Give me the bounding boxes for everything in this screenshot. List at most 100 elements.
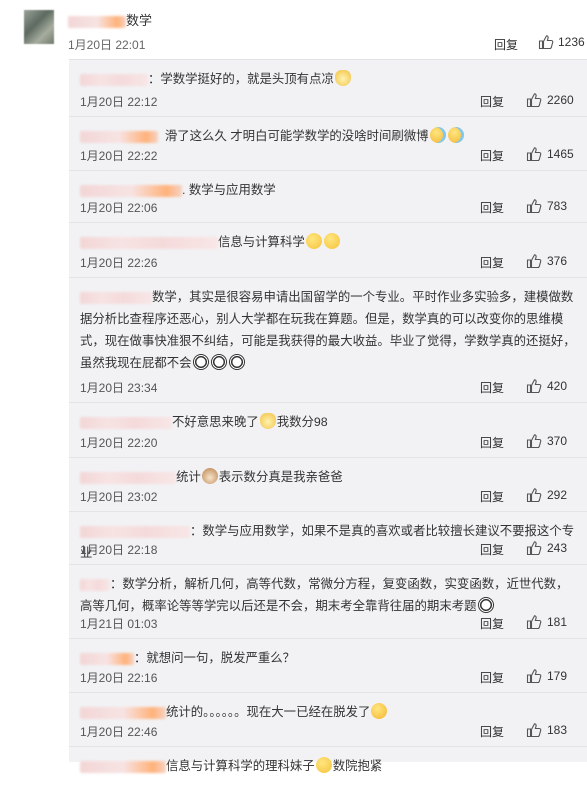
reply-button[interactable]: 回复 bbox=[480, 541, 504, 558]
username-blurred[interactable] bbox=[80, 416, 172, 429]
thumbs-up-icon bbox=[538, 35, 554, 50]
like-button[interactable]: 181 bbox=[526, 614, 567, 630]
like-button[interactable]: 183 bbox=[526, 722, 567, 738]
reply-button[interactable]: 回复 bbox=[480, 147, 504, 164]
reply-button[interactable]: 回复 bbox=[480, 434, 504, 451]
comment-text: 数学 bbox=[68, 12, 152, 30]
like-button[interactable]: 376 bbox=[526, 253, 567, 269]
like-button[interactable]: 370 bbox=[526, 433, 567, 449]
username-blurred[interactable] bbox=[80, 652, 134, 665]
reply-button[interactable]: 回复 bbox=[480, 723, 504, 740]
like-count: 292 bbox=[547, 488, 568, 502]
like-count: 243 bbox=[547, 541, 568, 555]
username-blurred[interactable] bbox=[80, 578, 110, 591]
username-blurred[interactable] bbox=[80, 236, 218, 249]
sub-replies-panel: ：学数学挺好的，就是头顶有点凉 1月20日 22:12 回复 2260 滑了这么… bbox=[69, 59, 587, 773]
username-blurred[interactable] bbox=[68, 15, 126, 28]
reply-button[interactable]: 回复 bbox=[480, 669, 504, 686]
bow-emoji-icon bbox=[323, 233, 340, 249]
reply-item: 不好意思来晚了 我数分98 1月20日 22:20 回复 370 bbox=[69, 403, 587, 458]
reply-item: 统计的。。。。。。现在大一已经在脱发了 1月20日 22:46 回复 183 bbox=[69, 693, 587, 747]
reply-button[interactable]: 回复 bbox=[480, 615, 504, 632]
thumbs-up-icon bbox=[526, 379, 542, 394]
cat-emoji-icon bbox=[259, 413, 276, 429]
reply-date: 1月21日 01:03 bbox=[80, 617, 158, 631]
reply-text: ：数学分析，解析几何，高等代数，常微分方程，复变函数，实变函数，近世代数，高等几… bbox=[80, 577, 569, 613]
reply-button[interactable]: 回复 bbox=[480, 199, 504, 216]
reply-button[interactable]: 回复 bbox=[480, 254, 504, 271]
reply-text: ：学数学挺好的，就是头顶有点凉 bbox=[80, 68, 577, 90]
thumbs-up-icon bbox=[526, 434, 542, 449]
reply-text: 信息与计算科学 bbox=[80, 231, 577, 253]
thumbs-up-icon bbox=[526, 254, 542, 269]
bow-emoji-icon bbox=[305, 233, 322, 249]
like-button[interactable]: 2260 bbox=[526, 92, 574, 108]
like-button[interactable]: 243 bbox=[526, 540, 567, 556]
smile-emoji-icon bbox=[315, 757, 332, 773]
sweat-emoji-icon bbox=[429, 127, 446, 143]
thumbs-up-icon bbox=[526, 541, 542, 556]
thumbs-up-icon bbox=[526, 199, 542, 214]
reply-date: 1月20日 22:20 bbox=[80, 436, 158, 450]
like-button[interactable]: 420 bbox=[526, 378, 567, 394]
reply-text: 统计的。。。。。。现在大一已经在脱发了 bbox=[80, 701, 577, 723]
thumbs-up-icon bbox=[526, 723, 542, 738]
like-button[interactable]: 1465 bbox=[526, 146, 574, 162]
cat-emoji-icon bbox=[334, 70, 351, 86]
avatar[interactable] bbox=[24, 10, 54, 44]
reply-date: 1月20日 22:06 bbox=[80, 201, 158, 215]
username-blurred[interactable] bbox=[80, 471, 176, 484]
reply-date: 1月20日 22:46 bbox=[80, 725, 158, 739]
like-count: 183 bbox=[547, 723, 568, 737]
reply-date: 1月20日 22:12 bbox=[80, 95, 158, 109]
reply-item: ：数学分析，解析几何，高等代数，常微分方程，复变函数，实变函数，近世代数，高等几… bbox=[69, 565, 587, 639]
dog-emoji-icon bbox=[201, 468, 218, 484]
reply-button[interactable]: 回复 bbox=[480, 488, 504, 505]
reply-item: . 数学与应用数学 1月20日 22:06 回复 783 bbox=[69, 171, 587, 223]
reply-button[interactable]: 回复 bbox=[480, 93, 504, 110]
thumbs-up-icon bbox=[526, 93, 542, 108]
reply-button[interactable]: 回复 bbox=[480, 379, 504, 396]
reply-item: 信息与计算科学 1月20日 22:26 回复 376 bbox=[69, 223, 587, 278]
like-count: 783 bbox=[547, 199, 568, 213]
like-count: 376 bbox=[547, 254, 568, 268]
thumbs-up-icon bbox=[526, 147, 542, 162]
like-count: 370 bbox=[547, 434, 568, 448]
like-count: 1465 bbox=[547, 147, 574, 161]
like-count: 420 bbox=[547, 379, 568, 393]
reply-date: 1月20日 22:22 bbox=[80, 149, 158, 163]
laugh-emoji-icon bbox=[371, 703, 388, 719]
username-blurred[interactable] bbox=[80, 706, 166, 719]
like-button[interactable]: 783 bbox=[526, 198, 567, 214]
reply-item: ：数学与应用数学，如果不是真的喜欢或者比较擅长建议不要报这个专业 1月20日 2… bbox=[69, 512, 587, 565]
username-blurred[interactable] bbox=[80, 291, 152, 304]
like-button[interactable]: 292 bbox=[526, 487, 567, 503]
reply-button[interactable]: 回复 bbox=[494, 36, 518, 53]
thumbs-up-icon bbox=[526, 615, 542, 630]
username-blurred[interactable] bbox=[80, 760, 166, 773]
reply-date: 1月20日 23:34 bbox=[80, 381, 158, 395]
reply-text: 统计 表示数分真是我亲爸爸 bbox=[80, 466, 577, 488]
reply-date: 1月20日 23:02 bbox=[80, 490, 158, 504]
username-blurred[interactable] bbox=[80, 73, 148, 86]
reply-text: ：就想问一句，脱发严重么？ bbox=[80, 647, 577, 669]
username-blurred[interactable] bbox=[80, 184, 182, 197]
top-comment: 数学 1月20日 22:01 回复 1236 bbox=[0, 0, 587, 56]
like-count: 181 bbox=[547, 615, 568, 629]
thumbs-up-icon bbox=[526, 669, 542, 684]
panda-emoji-icon bbox=[477, 597, 494, 613]
like-button[interactable]: 179 bbox=[526, 668, 567, 684]
like-button[interactable]: 1236 bbox=[538, 34, 585, 50]
reply-text: 滑了这么久 才明白可能学数学的没啥时间刷微博 bbox=[80, 125, 577, 147]
reply-item: 信息与计算科学的理科妹子 数院抱紧 bbox=[69, 747, 587, 787]
like-count: 1236 bbox=[558, 35, 585, 49]
username-blurred[interactable] bbox=[80, 525, 190, 538]
panda-emoji-icon bbox=[228, 354, 245, 370]
reply-date: 1月20日 22:18 bbox=[80, 543, 158, 557]
reply-item: 滑了这么久 才明白可能学数学的没啥时间刷微博 1月20日 22:22 回复 14… bbox=[69, 117, 587, 171]
username-blurred[interactable] bbox=[80, 130, 158, 143]
reply-text: 不好意思来晚了 我数分98 bbox=[80, 411, 577, 433]
reply-date: 1月20日 22:16 bbox=[80, 671, 158, 685]
reply-item: 数学，其实是很容易申请出国留学的一个专业。平时作业多实验多，建模做数据分析比查程… bbox=[69, 278, 587, 403]
reply-item: ：学数学挺好的，就是头顶有点凉 1月20日 22:12 回复 2260 bbox=[69, 60, 587, 117]
